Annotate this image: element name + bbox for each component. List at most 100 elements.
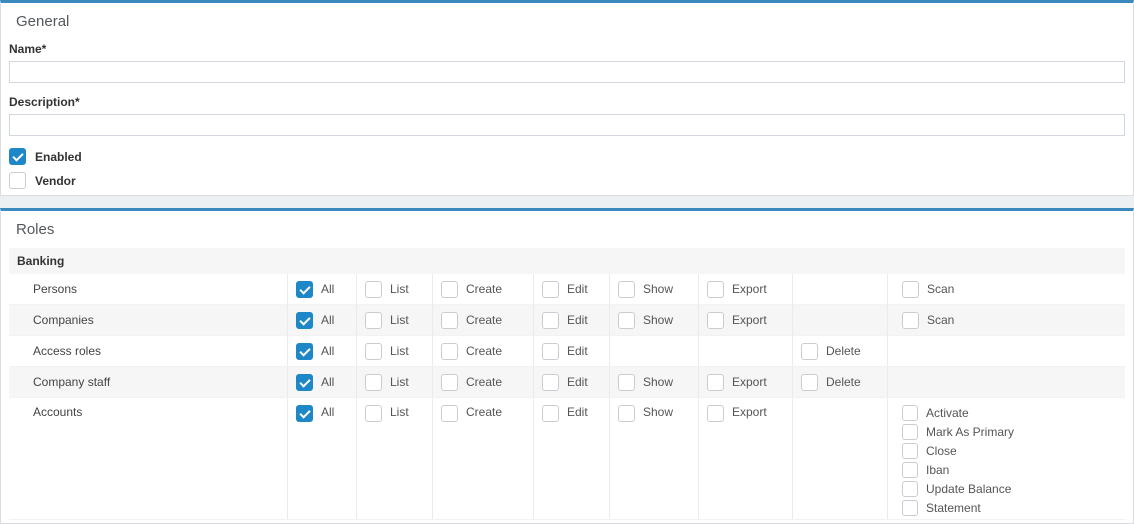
accounts-edit-checkbox[interactable]	[542, 405, 559, 422]
companies-create-checkbox[interactable]	[441, 312, 458, 329]
companies-list-label: List	[390, 313, 409, 327]
accounts-show-checkbox[interactable]	[618, 405, 635, 422]
accounts-statement-checkbox[interactable]	[902, 500, 918, 516]
cell-company-staff-export: Export	[699, 367, 793, 397]
cell-company-staff-create: Create	[433, 367, 534, 397]
accounts-iban-label: Iban	[926, 463, 949, 477]
row-label-access-roles: Access roles	[9, 336, 288, 366]
extra-item-update-balance: Update Balance	[902, 481, 1014, 497]
access-roles-delete-checkbox[interactable]	[801, 343, 818, 360]
company-staff-all-checkbox[interactable]	[296, 374, 313, 391]
company-staff-export-label: Export	[732, 375, 767, 389]
companies-export-checkbox[interactable]	[707, 312, 724, 329]
accounts-close-checkbox[interactable]	[902, 443, 918, 459]
companies-export-label: Export	[732, 313, 767, 327]
enabled-checkbox-row: Enabled	[9, 148, 1125, 165]
persons-list-checkbox[interactable]	[365, 281, 382, 298]
accounts-all-checkbox[interactable]	[296, 405, 313, 422]
cell-companies-edit: Edit	[534, 305, 610, 335]
cell-access-roles-scan-empty	[888, 336, 1125, 366]
name-field-group: Name*	[9, 42, 1125, 83]
cell-companies-show: Show	[610, 305, 699, 335]
roles-section-body: Banking Persons All List Create	[1, 239, 1133, 524]
persons-all-checkbox[interactable]	[296, 281, 313, 298]
accounts-show-label: Show	[643, 405, 673, 419]
company-staff-edit-checkbox[interactable]	[542, 374, 559, 391]
cell-accounts-create: Create	[433, 398, 534, 519]
company-staff-list-checkbox[interactable]	[365, 374, 382, 391]
cell-company-staff-scan-empty	[888, 367, 1125, 397]
persons-scan-checkbox[interactable]	[902, 281, 919, 298]
perm-row-accounts: Accounts All List Create Edit	[9, 398, 1125, 520]
company-staff-create-label: Create	[466, 375, 502, 389]
accounts-iban-checkbox[interactable]	[902, 462, 918, 478]
extra-item-statement: Statement	[902, 500, 1014, 516]
access-roles-edit-label: Edit	[567, 344, 588, 358]
access-roles-all-checkbox[interactable]	[296, 343, 313, 360]
perm-row-company-staff: Company staff All List Create Edit	[9, 367, 1125, 398]
companies-list-checkbox[interactable]	[365, 312, 382, 329]
cell-company-staff-list: List	[357, 367, 433, 397]
persons-scan-label: Scan	[927, 282, 954, 296]
companies-all-checkbox[interactable]	[296, 312, 313, 329]
accounts-all-label: All	[321, 405, 334, 419]
description-input[interactable]	[9, 114, 1125, 136]
perm-row-companies: Companies All List Create Edit	[9, 305, 1125, 336]
persons-show-checkbox[interactable]	[618, 281, 635, 298]
accounts-update-balance-checkbox[interactable]	[902, 481, 918, 497]
cell-persons-edit: Edit	[534, 274, 610, 304]
companies-scan-label: Scan	[927, 313, 954, 327]
cell-accounts-show: Show	[610, 398, 699, 519]
company-staff-export-checkbox[interactable]	[707, 374, 724, 391]
persons-edit-checkbox[interactable]	[542, 281, 559, 298]
cell-access-roles-edit: Edit	[534, 336, 610, 366]
accounts-export-checkbox[interactable]	[707, 405, 724, 422]
description-label: Description*	[9, 95, 1125, 109]
accounts-create-checkbox[interactable]	[441, 405, 458, 422]
company-staff-all-label: All	[321, 375, 334, 389]
accounts-mark-as-primary-label: Mark As Primary	[926, 425, 1014, 439]
persons-edit-label: Edit	[567, 282, 588, 296]
companies-edit-checkbox[interactable]	[542, 312, 559, 329]
companies-scan-checkbox[interactable]	[902, 312, 919, 329]
extra-item-close: Close	[902, 443, 1014, 459]
cell-companies-all: All	[288, 305, 357, 335]
company-staff-delete-checkbox[interactable]	[801, 374, 818, 391]
access-roles-create-checkbox[interactable]	[441, 343, 458, 360]
cell-company-staff-all: All	[288, 367, 357, 397]
name-input[interactable]	[9, 61, 1125, 83]
enabled-checkbox[interactable]	[9, 148, 26, 165]
general-section: General Name* Description* Enabled Vendo…	[0, 0, 1134, 196]
cell-accounts-delete-empty	[793, 398, 888, 519]
name-label: Name*	[9, 42, 1125, 56]
cell-access-roles-delete: Delete	[793, 336, 888, 366]
accounts-mark-as-primary-checkbox[interactable]	[902, 424, 918, 440]
companies-show-label: Show	[643, 313, 673, 327]
roles-section-title: Roles	[1, 211, 1133, 239]
cell-accounts-all: All	[288, 398, 357, 519]
accounts-close-label: Close	[926, 444, 957, 458]
access-roles-edit-checkbox[interactable]	[542, 343, 559, 360]
company-staff-delete-label: Delete	[826, 375, 861, 389]
company-staff-show-checkbox[interactable]	[618, 374, 635, 391]
description-field-group: Description*	[9, 95, 1125, 136]
accounts-list-checkbox[interactable]	[365, 405, 382, 422]
cell-persons-show: Show	[610, 274, 699, 304]
companies-all-label: All	[321, 313, 334, 327]
row-label-companies: Companies	[9, 305, 288, 335]
accounts-edit-label: Edit	[567, 405, 588, 419]
cell-persons-all: All	[288, 274, 357, 304]
persons-create-checkbox[interactable]	[441, 281, 458, 298]
extra-item-iban: Iban	[902, 462, 1014, 478]
company-staff-create-checkbox[interactable]	[441, 374, 458, 391]
vendor-checkbox[interactable]	[9, 172, 26, 189]
vendor-checkbox-label: Vendor	[35, 174, 76, 188]
cell-access-roles-all: All	[288, 336, 357, 366]
accounts-activate-checkbox[interactable]	[902, 405, 918, 421]
persons-export-checkbox[interactable]	[707, 281, 724, 298]
cell-companies-list: List	[357, 305, 433, 335]
cell-persons-list: List	[357, 274, 433, 304]
persons-show-label: Show	[643, 282, 673, 296]
companies-show-checkbox[interactable]	[618, 312, 635, 329]
access-roles-list-checkbox[interactable]	[365, 343, 382, 360]
